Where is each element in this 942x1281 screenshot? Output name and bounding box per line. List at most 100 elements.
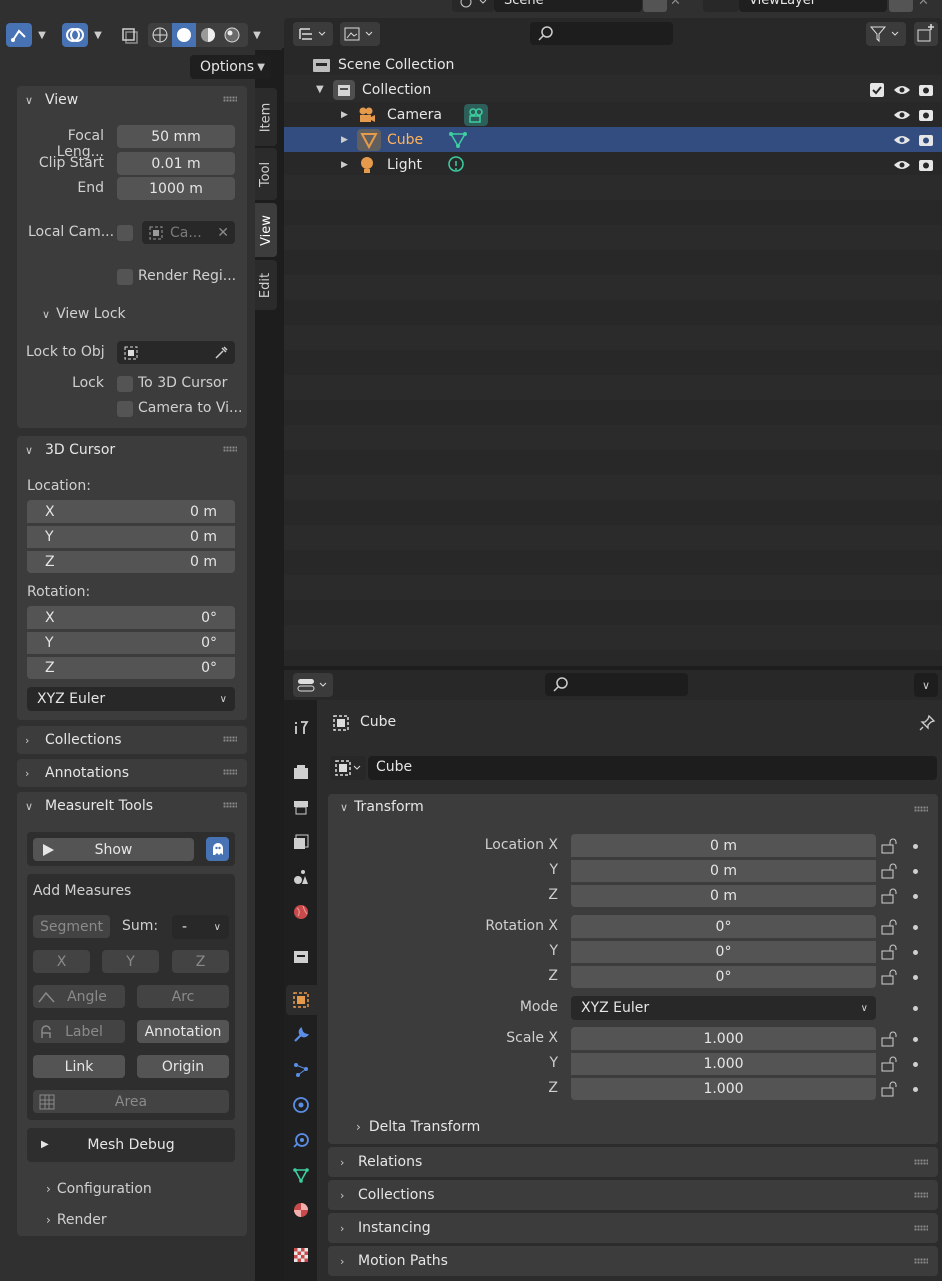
mesh-debug-toggle[interactable]: ▶ Mesh Debug: [27, 1133, 235, 1156]
keyframe-dot-icon[interactable]: [913, 894, 918, 899]
cursor-location-x-field[interactable]: X0 m: [27, 500, 235, 523]
area-button[interactable]: Area: [33, 1090, 229, 1113]
unlock-icon[interactable]: [881, 969, 899, 985]
label-button[interactable]: Label: [33, 1020, 125, 1043]
drag-handle-icon[interactable]: [914, 1225, 928, 1231]
keyframe-dot-icon[interactable]: [913, 1006, 918, 1011]
tab-item[interactable]: Item: [255, 88, 277, 146]
world-tab-icon[interactable]: [289, 900, 313, 924]
new-scene-icon[interactable]: [643, 0, 667, 12]
options-dropdown[interactable]: Options ▼: [190, 55, 271, 79]
drag-handle-icon[interactable]: [223, 802, 237, 808]
unlock-icon[interactable]: [881, 944, 899, 960]
focal-length-field[interactable]: 50 mm: [117, 125, 235, 148]
eyedropper-icon[interactable]: [213, 345, 229, 361]
unlock-icon[interactable]: [881, 888, 899, 904]
local-camera-field[interactable]: Ca... ✕: [142, 221, 235, 244]
scene-selector-button[interactable]: [452, 0, 494, 12]
unlock-icon[interactable]: [881, 838, 899, 854]
rendered-shading-icon[interactable]: [220, 23, 244, 47]
render-region-checkbox[interactable]: [117, 269, 133, 285]
collections-panel[interactable]: › Collections: [17, 726, 247, 754]
origin-button[interactable]: Origin: [137, 1055, 229, 1078]
segment-button[interactable]: Segment: [33, 915, 110, 938]
properties-editor-type-button[interactable]: [293, 673, 333, 697]
view-layer-name-field[interactable]: ViewLayer: [739, 0, 887, 12]
camera-to-view-checkbox[interactable]: [117, 401, 133, 417]
data-tab-icon[interactable]: [289, 1163, 313, 1187]
measureit-panel-header[interactable]: ∨ MeasureIt Tools: [17, 792, 247, 820]
material-shading-icon[interactable]: [196, 23, 220, 47]
clip-start-field[interactable]: 0.01 m: [117, 152, 235, 175]
object-tab-icon[interactable]: [289, 988, 313, 1012]
eye-icon[interactable]: [893, 133, 911, 147]
drag-handle-icon[interactable]: [223, 769, 237, 775]
tab-tool[interactable]: Tool: [255, 148, 277, 200]
scale-z-field[interactable]: 1.000: [571, 1077, 876, 1100]
filter-button[interactable]: [866, 22, 906, 46]
wireframe-shading-icon[interactable]: [148, 23, 172, 47]
modifier-tab-icon[interactable]: [289, 1023, 313, 1047]
tool-tab-icon[interactable]: [289, 715, 313, 739]
scene-tab-icon[interactable]: [289, 865, 313, 889]
cursor-rotation-y-field[interactable]: Y 0°: [27, 631, 235, 654]
outliner-editor-type-button[interactable]: [293, 22, 333, 46]
drag-handle-icon[interactable]: [914, 1258, 928, 1264]
keyframe-dot-icon[interactable]: [913, 925, 918, 930]
view-layer-selector-button[interactable]: [703, 0, 739, 12]
tab-edit[interactable]: Edit: [255, 260, 277, 310]
view-panel-header[interactable]: ∨ View: [17, 86, 247, 114]
annotations-panel[interactable]: › Annotations: [17, 759, 247, 787]
clip-end-field[interactable]: 1000 m: [117, 177, 235, 200]
collection-tab-icon[interactable]: [289, 945, 313, 969]
link-button[interactable]: Link: [33, 1055, 125, 1078]
new-view-layer-icon[interactable]: [889, 0, 913, 12]
ghost-toggle-button[interactable]: [206, 837, 229, 861]
object-data-selector[interactable]: [330, 756, 366, 780]
keyframe-dot-icon[interactable]: [913, 1037, 918, 1042]
new-collection-button[interactable]: [914, 22, 938, 46]
cursor-rotation-x-field[interactable]: X 0°: [27, 606, 235, 629]
chevron-right-icon[interactable]: ▶: [341, 160, 357, 170]
properties-search-input[interactable]: [545, 673, 688, 696]
checkbox-checked-icon[interactable]: [870, 82, 884, 97]
rotation-mode-dropdown[interactable]: XYZ Euler ∨: [571, 996, 876, 1020]
output-tab-icon[interactable]: [289, 795, 313, 819]
sum-dropdown[interactable]: - ∨: [172, 915, 229, 939]
drag-handle-icon[interactable]: [223, 446, 237, 452]
close-icon[interactable]: ✕: [217, 225, 229, 241]
local-camera-checkbox[interactable]: [117, 225, 133, 241]
scale-y-field[interactable]: 1.000: [571, 1052, 876, 1075]
outliner-row-camera[interactable]: ▶ Camera: [284, 102, 942, 127]
chevron-down-icon[interactable]: ▼: [35, 27, 49, 43]
relations-section[interactable]: › Relations: [328, 1147, 938, 1177]
to-3d-cursor-checkbox[interactable]: [117, 376, 133, 392]
camera-data-icon[interactable]: [464, 103, 488, 126]
pin-icon[interactable]: [918, 714, 936, 732]
chevron-down-icon[interactable]: ▼: [316, 84, 332, 95]
eye-icon[interactable]: [893, 108, 911, 122]
eye-icon[interactable]: [893, 83, 911, 97]
drag-handle-icon[interactable]: [223, 736, 237, 742]
camera-render-icon[interactable]: [918, 107, 934, 123]
keyframe-dot-icon[interactable]: [913, 1087, 918, 1092]
transform-panel-header[interactable]: ∨ Transform: [340, 799, 424, 815]
cursor-rotation-z-field[interactable]: Z 0°: [27, 656, 235, 679]
location-y-field[interactable]: 0 m: [571, 859, 876, 882]
rotation-x-field[interactable]: 0°: [571, 915, 876, 938]
camera-render-icon[interactable]: [918, 132, 934, 148]
chevron-down-icon[interactable]: ∨: [914, 673, 938, 697]
measure-z-button[interactable]: Z: [172, 950, 229, 973]
mesh-data-icon[interactable]: [448, 130, 468, 150]
scale-x-field[interactable]: 1.000: [571, 1027, 876, 1050]
unlock-icon[interactable]: [881, 919, 899, 935]
motion-paths-section[interactable]: › Motion Paths: [328, 1246, 938, 1276]
chevron-down-icon[interactable]: ▼: [250, 27, 264, 43]
tab-view[interactable]: View: [255, 203, 277, 257]
keyframe-dot-icon[interactable]: [913, 1062, 918, 1067]
cursor-rotation-mode-dropdown[interactable]: XYZ Euler ∨: [27, 687, 235, 711]
outliner-row-collection[interactable]: ▼ Collection: [284, 77, 942, 102]
particles-tab-icon[interactable]: [289, 1058, 313, 1082]
view-layer-tab-icon[interactable]: [289, 830, 313, 854]
chevron-down-icon[interactable]: ▼: [91, 27, 105, 43]
